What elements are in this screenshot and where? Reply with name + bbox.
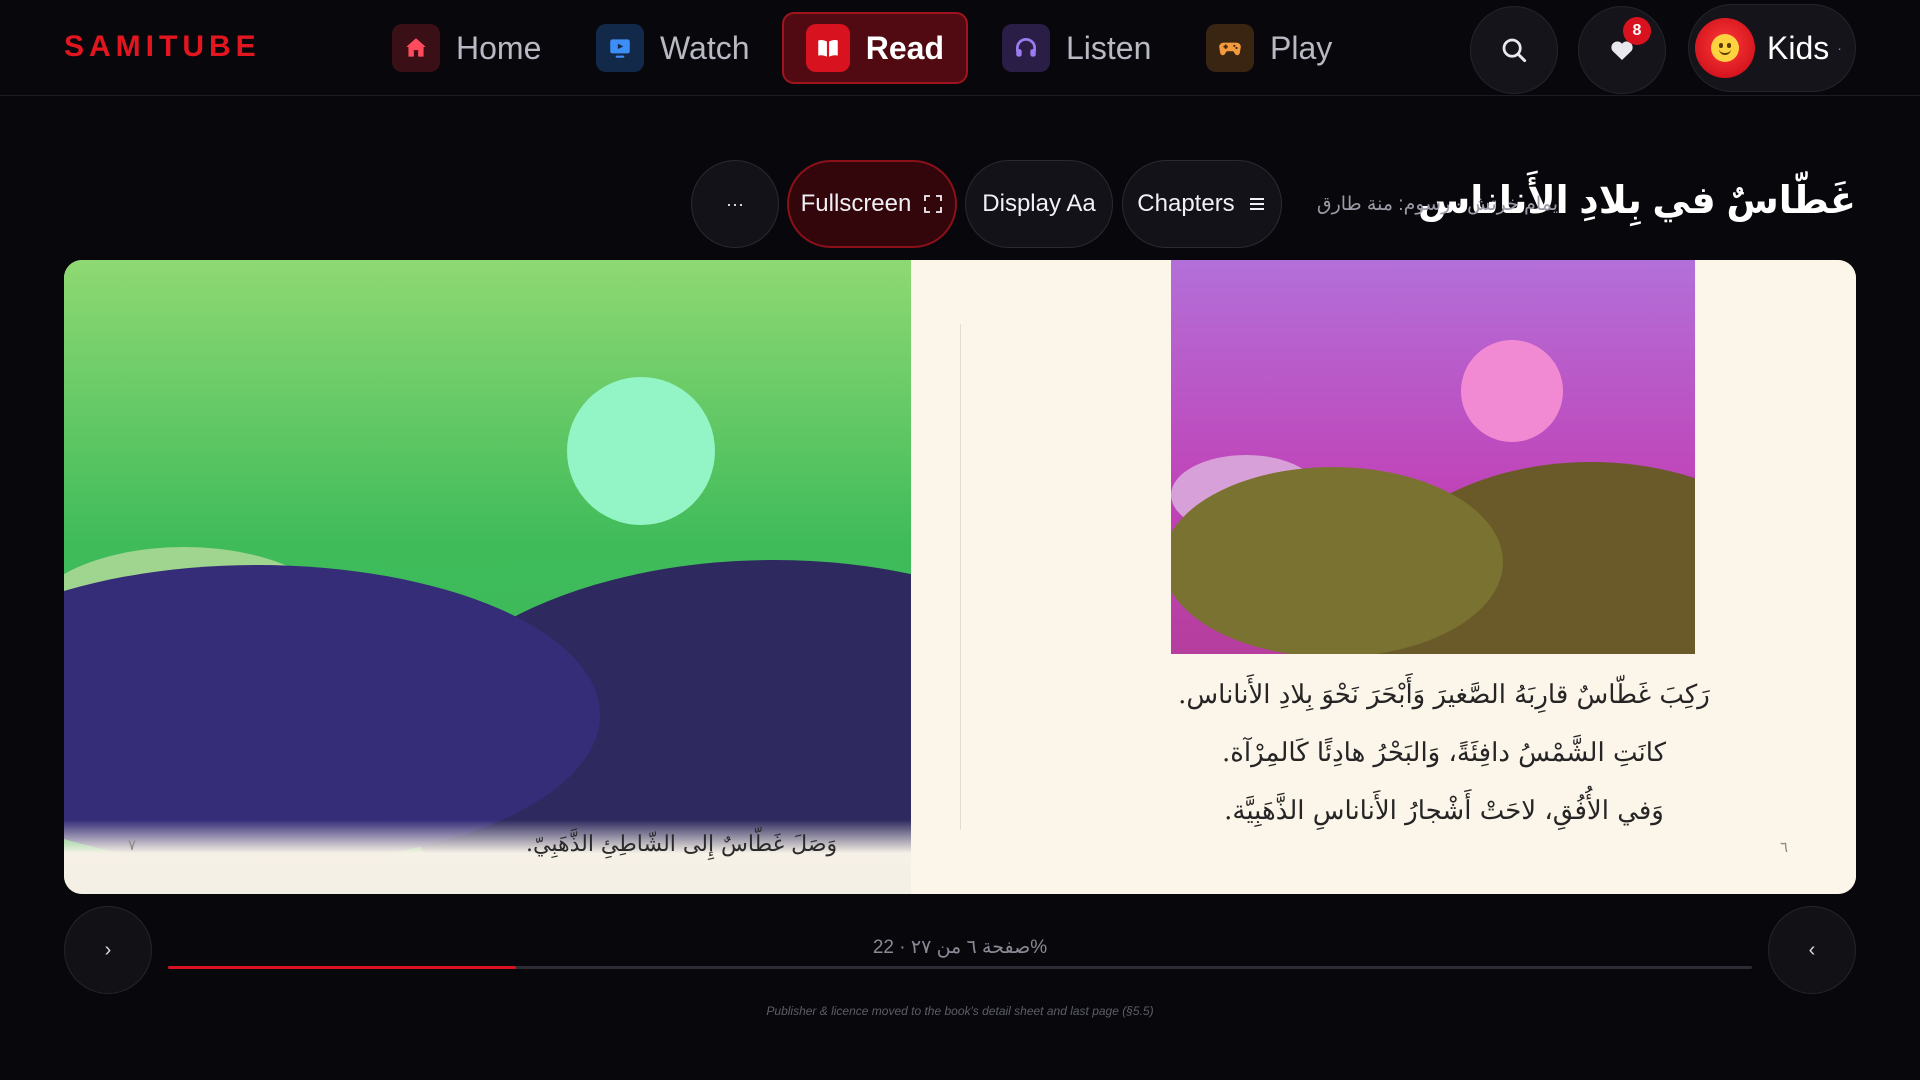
nav-home[interactable]: Home (370, 12, 563, 84)
page-gutter (960, 324, 961, 830)
search-button[interactable] (1470, 6, 1558, 94)
nav-play-label: Play (1270, 29, 1333, 66)
nav-watch[interactable]: Watch (574, 12, 772, 84)
search-icon (1502, 38, 1527, 63)
chevron-right-icon: › (104, 938, 112, 961)
favorites-count-badge: 8 (1623, 17, 1651, 45)
gamepad-icon (1206, 24, 1254, 72)
reading-progress-bar[interactable] (168, 966, 1752, 969)
chapters-label: Chapters (1137, 190, 1235, 217)
sun-illustration (567, 377, 715, 525)
right-page-number: ٦ (1780, 839, 1789, 856)
display-label: Display Aa (982, 190, 1096, 217)
story-line: وَفي الأُفُقِ، لاحَتْ أَشْجارُ الأَناناس… (1224, 796, 1664, 826)
favorites-button[interactable]: 8 (1578, 6, 1666, 94)
headphones-icon (1002, 24, 1050, 72)
nav-read-label: Read (865, 29, 944, 66)
chapters-button[interactable]: Chapters (1122, 160, 1282, 248)
fullscreen-label: Fullscreen (800, 190, 912, 217)
home-icon (392, 24, 440, 72)
nav-listen[interactable]: Listen (980, 12, 1173, 84)
page-progress-label: صفحة ٦ من ٢٧ · 22% (872, 937, 1048, 958)
book-icon (806, 24, 850, 72)
nav-watch-label: Watch (660, 29, 750, 66)
avatar (1695, 18, 1755, 78)
book-spread: وَصَلَ غَطّاسٌ إِلى الشّاطِئِ الذَّهَبِي… (64, 260, 1856, 894)
left-page[interactable]: وَصَلَ غَطّاسٌ إِلى الشّاطِئِ الذَّهَبِي… (64, 260, 911, 894)
right-page-illustration (1171, 260, 1695, 654)
left-page-caption: وَصَلَ غَطّاسٌ إِلى الشّاطِئِ الذَّهَبِي… (526, 832, 838, 857)
story-line: كانَتِ الشَّمْسُ دافِئَةً، وَالبَحْرُ ها… (1221, 738, 1667, 768)
nav-home-label: Home (456, 29, 542, 66)
profile-name: Kids (1767, 29, 1830, 66)
nav-listen-label: Listen (1066, 29, 1152, 66)
fullscreen-button[interactable]: Fullscreen (787, 160, 957, 248)
sun-illustration (1461, 340, 1563, 442)
tv-icon (596, 24, 644, 72)
reading-progress-fill (168, 966, 517, 969)
profile-menu-dot: · (1837, 40, 1842, 56)
display-settings-button[interactable]: Display Aa (965, 160, 1113, 248)
publisher-footnote: Publisher & licence moved to the book's … (766, 1004, 1154, 1018)
fullscreen-icon (924, 195, 943, 213)
more-icon: ··· (726, 193, 744, 214)
next-page-button[interactable]: › (64, 906, 152, 994)
previous-page-button[interactable]: ‹ (1768, 906, 1856, 994)
list-icon (1249, 198, 1264, 210)
book-credits: يمام خرتش · رسوم: منة طارق (1316, 194, 1558, 215)
left-page-number: ٧ (128, 837, 137, 854)
top-navigation-bar: SAMITUBE Home Watch Read Listen Play 8 K… (0, 0, 1920, 96)
smiley-icon (1711, 34, 1739, 62)
nav-read[interactable]: Read (782, 12, 968, 84)
nav-play[interactable]: Play (1184, 12, 1354, 84)
chevron-left-icon: ‹ (1808, 938, 1816, 961)
profile-switcher[interactable]: Kids · (1688, 4, 1856, 92)
story-line: رَكِبَ غَطّاسٌ قارِبَهُ الصَّغيرَ وَأَبْ… (1178, 680, 1710, 710)
brand-logo[interactable]: SAMITUBE (64, 30, 261, 64)
hill-illustration (1171, 467, 1503, 654)
more-options-button[interactable]: ··· (691, 160, 779, 248)
